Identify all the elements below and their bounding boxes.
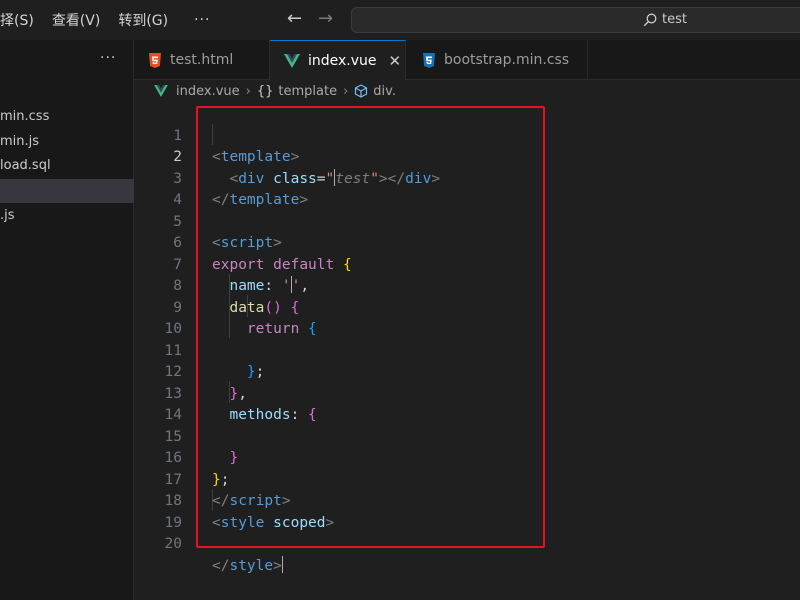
breadcrumb-element[interactable]: div. [354, 84, 396, 99]
explorer-more-button[interactable]: ··· [100, 50, 116, 66]
close-tab-icon[interactable]: ✕ [389, 52, 402, 70]
html5-icon [148, 52, 162, 68]
tab-label: bootstrap.min.css [444, 52, 570, 68]
menu-more-button[interactable]: ··· [194, 12, 210, 28]
code-line: 12 }, [134, 341, 800, 402]
code-line: 17 </script> [134, 448, 800, 510]
code-line: 9 return { [134, 276, 800, 338]
file-item-selected[interactable] [0, 179, 134, 203]
code-line: 13 methods: { [134, 362, 800, 424]
code-line: 1 <template> [134, 104, 800, 166]
explorer-sidebar: ··· min.css min.js load.sql .js [0, 40, 134, 600]
menu-view[interactable]: 查看(V) [52, 10, 101, 30]
code-line: 18 <style scoped> [134, 470, 800, 531]
breadcrumb-section[interactable]: {} template [257, 84, 337, 99]
code-line: 5 <script> [134, 190, 800, 252]
editor-tab-bar: test.html index.vue ✕ bootstrap.min.css [134, 40, 800, 80]
chevron-right-icon: › [343, 83, 349, 99]
tab-test-html[interactable]: test.html [134, 40, 270, 80]
code-line: 19 [134, 491, 800, 531]
menu-selection[interactable]: 选择(S) [0, 10, 34, 30]
menu-goto[interactable]: 转到(G) [118, 10, 168, 30]
command-center-text: test [662, 12, 687, 27]
forward-arrow-icon[interactable]: → [318, 8, 333, 29]
code-line: 8 data() { [134, 255, 800, 316]
vue-icon [154, 85, 168, 97]
code-line: 11 }; [134, 319, 800, 381]
code-line: 4 [134, 169, 800, 208]
tab-label: index.vue [308, 52, 377, 69]
cube-icon [355, 84, 368, 98]
breadcrumb: index.vue › {} template › div. [134, 80, 800, 102]
file-item[interactable]: load.sql [0, 154, 134, 178]
css3-icon [422, 52, 436, 68]
file-item[interactable]: .js [0, 204, 134, 228]
code-editor[interactable]: 1 <template> 2 <div class="test"></div> … [134, 102, 800, 600]
code-line: 10 [134, 298, 800, 337]
breadcrumb-element-label: div. [373, 83, 396, 99]
tab-bootstrap-css[interactable]: bootstrap.min.css [406, 40, 588, 80]
code-line: 14 [134, 384, 800, 423]
code-line: 15 } [134, 405, 800, 467]
back-arrow-icon[interactable]: ← [287, 8, 302, 29]
code-line: 16 }; [134, 427, 800, 488]
breadcrumb-file[interactable]: index.vue [154, 84, 240, 99]
file-item[interactable]: min.css [0, 105, 134, 129]
search-icon [643, 13, 657, 27]
code-line-current: 2 <div class="test"></div> [134, 126, 800, 187]
code-line: 20 </style> [134, 513, 800, 574]
code-line: 7 name: '', [134, 233, 800, 295]
tab-index-vue[interactable]: index.vue ✕ [270, 40, 406, 80]
vue-icon [284, 53, 300, 68]
title-bar: 选择(S) 查看(V) 转到(G) ··· ← → test [0, 0, 800, 40]
breadcrumb-section-label: template [278, 83, 338, 99]
tab-label: test.html [170, 52, 234, 68]
braces-icon: {} [256, 83, 274, 99]
file-item[interactable]: min.js [0, 130, 134, 154]
line-number: 20 [164, 536, 182, 552]
command-center-search[interactable]: test [351, 7, 800, 33]
breadcrumb-file-label: index.vue [176, 83, 240, 99]
chevron-right-icon: › [245, 83, 251, 99]
code-line: 6 export default { [134, 212, 800, 273]
code-line: 3 </template> [134, 147, 800, 209]
